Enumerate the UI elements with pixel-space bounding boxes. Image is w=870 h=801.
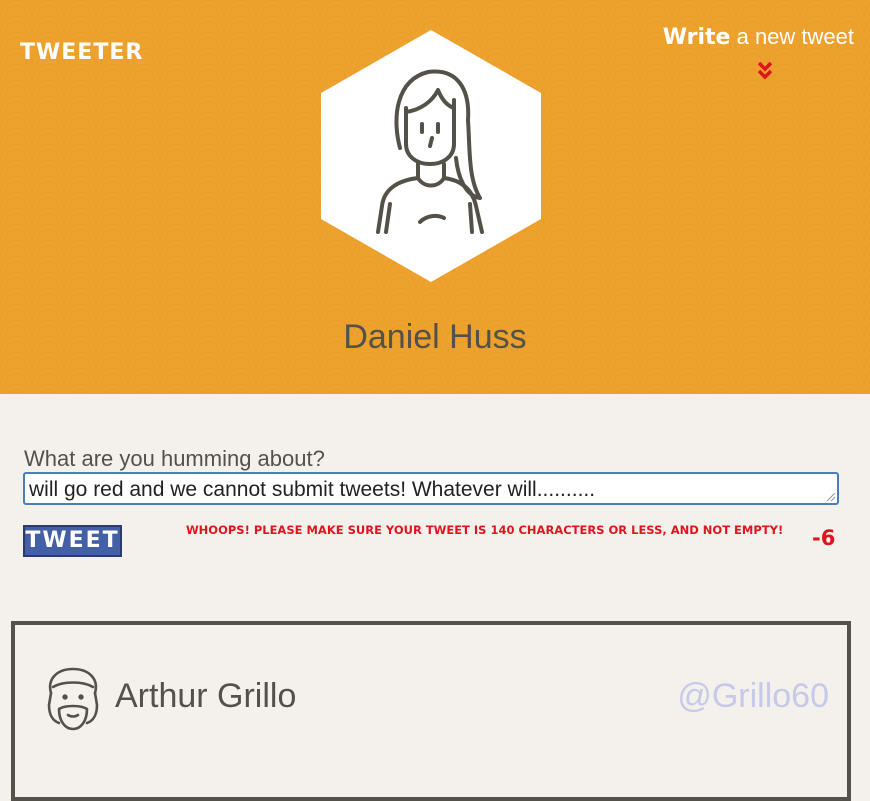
tweet-author-name: Arthur Grillo xyxy=(115,677,297,715)
bearded-man-avatar-icon xyxy=(47,667,99,731)
profile-header: TWEETER Write a new tweet Daniel Huss xyxy=(0,0,870,394)
brand-logo[interactable]: TWEETER xyxy=(20,40,143,65)
double-chevron-down-icon[interactable] xyxy=(756,60,774,82)
write-new-tweet-link[interactable]: Write a new tweet xyxy=(663,24,854,50)
character-counter: -6 xyxy=(812,526,836,550)
profile-name: Daniel Huss xyxy=(343,318,527,356)
tweet-submit-button[interactable]: TWEET xyxy=(23,525,122,557)
write-link-bold: Write xyxy=(662,25,731,50)
tweet-author-handle: @Grillo60 xyxy=(677,677,829,715)
compose-label: What are you humming about? xyxy=(24,446,325,471)
tweet-card: Arthur Grillo @Grillo60 xyxy=(11,621,851,801)
tweet-textarea[interactable]: will go red and we cannot submit tweets!… xyxy=(23,472,839,505)
woman-avatar-icon xyxy=(321,30,541,282)
write-link-text: a new tweet xyxy=(730,24,854,49)
resize-handle[interactable] xyxy=(827,493,835,501)
tweet-textarea-value: will go red and we cannot submit tweets!… xyxy=(29,478,596,501)
error-message: WHOOPS! PLEASE MAKE SURE YOUR TWEET IS 1… xyxy=(186,523,784,537)
